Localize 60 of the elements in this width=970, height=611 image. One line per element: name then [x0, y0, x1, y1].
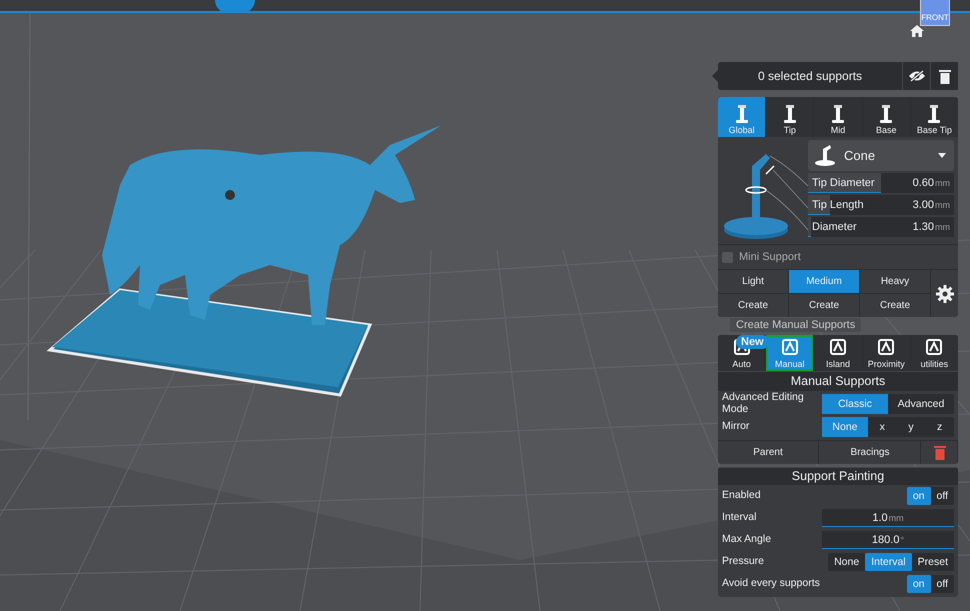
support-type-tab[interactable]: Base	[862, 97, 910, 137]
value-field[interactable]: 1.0mm	[822, 509, 954, 528]
cube-face-label: FRONT	[921, 13, 949, 22]
create-button[interactable]: Create	[718, 294, 788, 317]
option-button[interactable]: None	[828, 553, 866, 572]
new-badge: New	[736, 335, 769, 349]
support-mode-tab[interactable]: Proximity	[862, 335, 910, 371]
section-title: Support Painting	[718, 467, 958, 486]
settings-button[interactable]	[930, 270, 958, 317]
home-icon[interactable]	[910, 25, 924, 37]
tool-icon	[780, 337, 800, 357]
parameter-slider[interactable]: Tip Diameter 0.60 mm	[808, 173, 954, 193]
option-button[interactable]: off	[930, 575, 954, 594]
mode-option[interactable]: Advanced	[888, 394, 954, 414]
value-field[interactable]: 180.0°	[822, 531, 954, 550]
trash-icon	[934, 445, 946, 460]
setting-label: Mirror	[722, 421, 750, 433]
create-button[interactable]: Create	[860, 294, 930, 317]
setting-label: Advanced Editing Mode	[722, 392, 805, 416]
support-mode-tab[interactable]: Island	[814, 335, 862, 371]
option-button[interactable]: Preset	[912, 553, 954, 572]
tooltip: Create Manual Supports	[730, 318, 862, 332]
support-type-tab[interactable]: Base Tip	[910, 97, 958, 137]
delete-button[interactable]	[930, 62, 958, 90]
density-option[interactable]: Light	[718, 270, 788, 293]
setting-label: Avoid every supports	[722, 578, 821, 590]
section-title: Manual Supports	[718, 371, 958, 391]
setting-label: Max Angle	[722, 534, 772, 546]
cone-support-icon	[814, 144, 836, 166]
support-part-icon	[830, 105, 846, 123]
option-button[interactable]: off	[930, 487, 954, 506]
setting-label: Pressure	[722, 556, 766, 568]
support-type-tab[interactable]: Tip	[766, 97, 814, 137]
density-option[interactable]: Heavy	[860, 270, 930, 293]
caret-icon	[938, 153, 946, 158]
checkbox-label: Mini Support	[739, 251, 801, 263]
parameter-slider[interactable]: Diameter 1.30 mm	[808, 217, 954, 237]
selection-count: 0 selected supports	[756, 68, 864, 85]
setting-label: Interval	[722, 512, 758, 524]
create-button[interactable]: Create	[789, 294, 859, 317]
eye-slash-icon	[908, 70, 926, 82]
mirror-option[interactable]: x	[868, 417, 897, 438]
mirror-option[interactable]: y	[896, 417, 926, 438]
trash-icon	[938, 68, 950, 84]
shape-dropdown[interactable]: Cone	[808, 140, 954, 171]
tool-icon	[924, 337, 944, 357]
parameter-slider[interactable]: Tip Length 3.00 mm	[808, 195, 954, 215]
support-part-icon	[782, 105, 798, 123]
support-type-tab[interactable]: Mid	[814, 97, 862, 137]
support-part-icon	[926, 105, 942, 123]
settings-icon	[936, 284, 954, 302]
mirror-option[interactable]: z	[925, 417, 954, 438]
support-part-icon	[878, 105, 894, 123]
tool-icon	[828, 337, 848, 357]
support-part-icon	[734, 105, 750, 123]
support-mode-tab[interactable]: utilities	[910, 335, 958, 371]
mini-support-checkbox[interactable]	[722, 252, 733, 262]
setting-label: Enabled	[722, 490, 762, 502]
action-button[interactable]: Parent	[718, 441, 819, 464]
tool-icon	[876, 337, 896, 357]
